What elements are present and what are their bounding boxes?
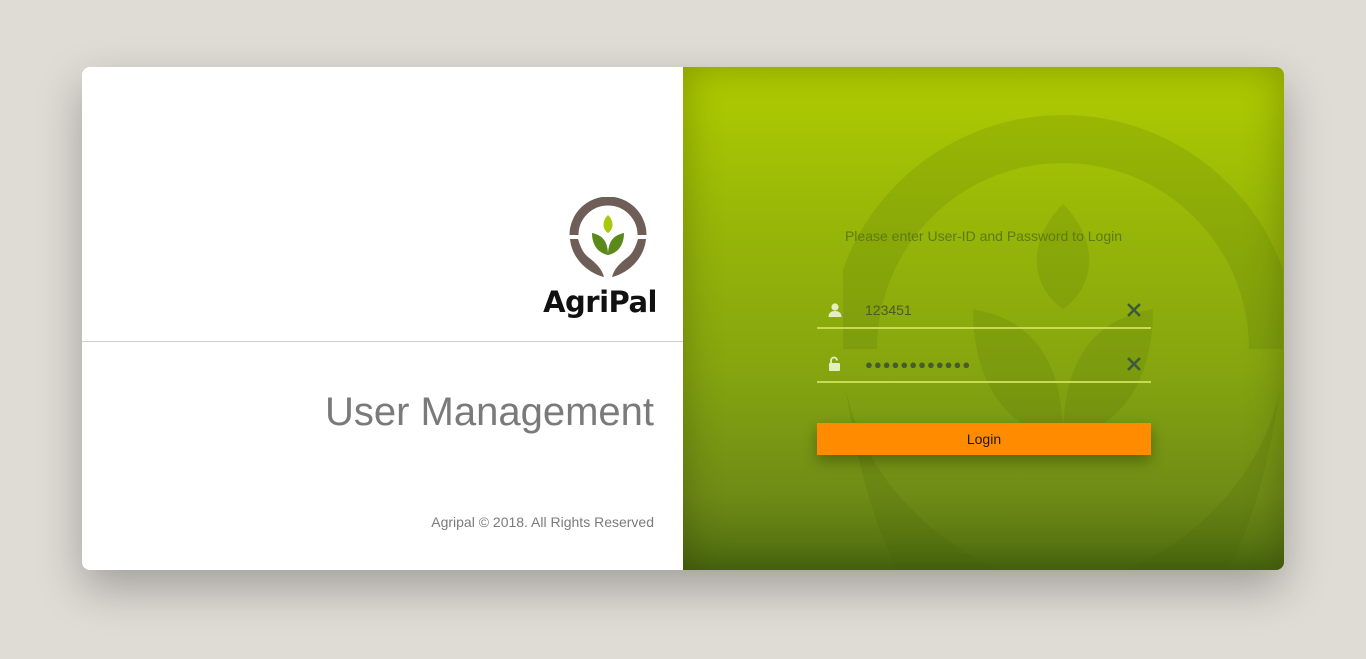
- branding-panel: AgriPal User Management Agripal © 2018. …: [82, 67, 683, 570]
- user-id-field: [817, 293, 1151, 329]
- watermark-logo-icon: [843, 115, 1283, 570]
- login-panel: Please enter User-ID and Password to Log…: [683, 67, 1284, 570]
- login-button[interactable]: Login: [817, 423, 1151, 455]
- page-title: User Management: [324, 390, 654, 434]
- password-field: [817, 347, 1151, 383]
- close-icon[interactable]: [1127, 357, 1141, 371]
- close-icon[interactable]: [1127, 303, 1141, 317]
- unlock-icon: [829, 356, 840, 371]
- user-icon: [828, 303, 842, 317]
- copyright-text: Agripal © 2018. All Rights Reserved: [431, 514, 654, 530]
- login-prompt: Please enter User-ID and Password to Log…: [844, 228, 1123, 244]
- user-id-input[interactable]: [865, 299, 1115, 321]
- divider: [82, 341, 683, 342]
- brand-name: AgriPal: [543, 285, 657, 319]
- login-card: AgriPal User Management Agripal © 2018. …: [82, 67, 1284, 570]
- logo-emblem-icon: [569, 197, 647, 277]
- password-input[interactable]: [865, 353, 1115, 375]
